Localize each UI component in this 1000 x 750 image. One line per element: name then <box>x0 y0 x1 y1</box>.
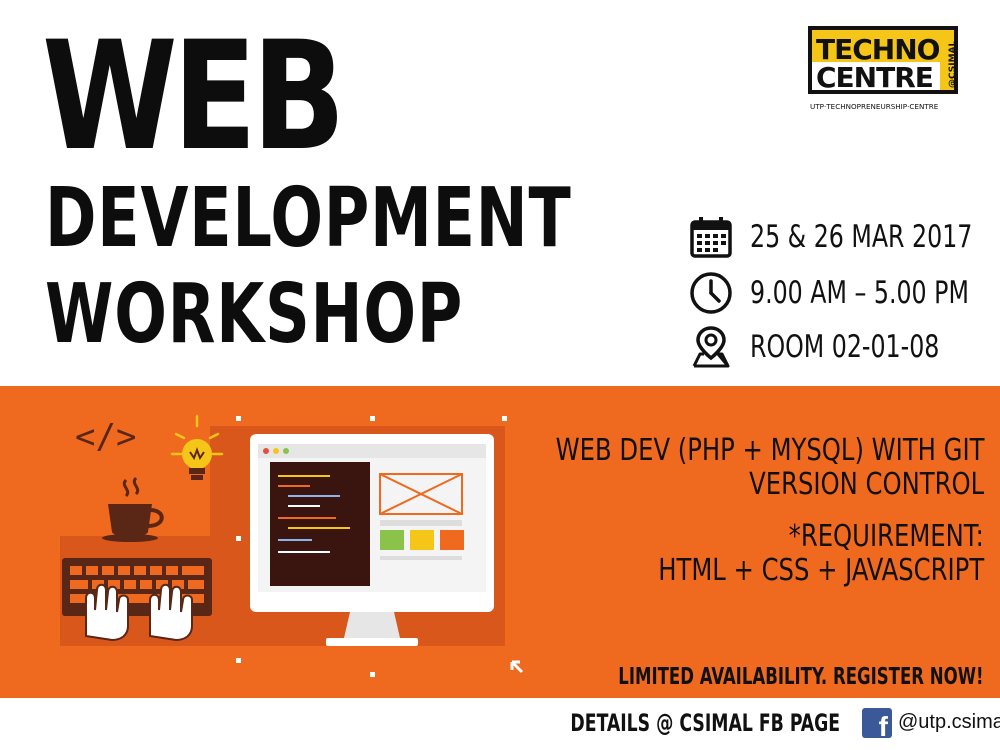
facebook-handle[interactable]: @utp.csimal <box>898 711 1000 734</box>
clock-icon <box>690 272 732 314</box>
workshop-illustration: </> <box>60 414 524 677</box>
register-cta: LIMITED AVAILABILITY. REGISTER NOW! <box>618 664 984 690</box>
title-web: WEB <box>42 10 346 184</box>
techno-centre-logo: TECHNO CENTRE @CSIMAL UTP·TECHNOPRENEURS… <box>808 26 964 118</box>
requirement-label: *REQUIREMENT: <box>788 519 984 554</box>
time-row: 9.00 AM – 5.00 PM <box>688 268 1000 318</box>
venue-row: ROOM 02-01-08 <box>688 322 973 372</box>
logo-side: @CSIMAL <box>948 40 958 88</box>
topic-line2: VERSION CONTROL <box>748 467 984 502</box>
logo-tagline: UTP·TECHNOPRENEURSHIP·CENTRE <box>810 102 939 111</box>
details-text: DETAILS @ CSIMAL FB PAGE <box>570 709 840 737</box>
facebook-icon[interactable]: f <box>862 708 892 742</box>
code-tag: </> <box>75 417 136 457</box>
calendar-icon <box>690 217 732 258</box>
title-development: DEVELOPMENT <box>45 171 572 266</box>
date-row: 25 & 26 MAR 2017 <box>688 212 1000 262</box>
event-time: 9.00 AM – 5.00 PM <box>750 275 969 311</box>
event-date: 25 & 26 MAR 2017 <box>750 219 973 255</box>
logo-line2: CENTRE <box>816 61 933 94</box>
title-workshop: WORKSHOP <box>45 267 464 362</box>
coffee-cup-icon <box>102 476 164 542</box>
facebook-letter: f <box>878 711 888 742</box>
location-pin-icon <box>692 326 730 368</box>
event-venue: ROOM 02-01-08 <box>750 329 940 365</box>
cursor-arrow-icon <box>510 660 524 674</box>
requirement-list: HTML + CSS + JAVASCRIPT <box>658 553 984 588</box>
topic-line1: WEB DEV (PHP + MYSQL) WITH GIT <box>555 433 984 468</box>
